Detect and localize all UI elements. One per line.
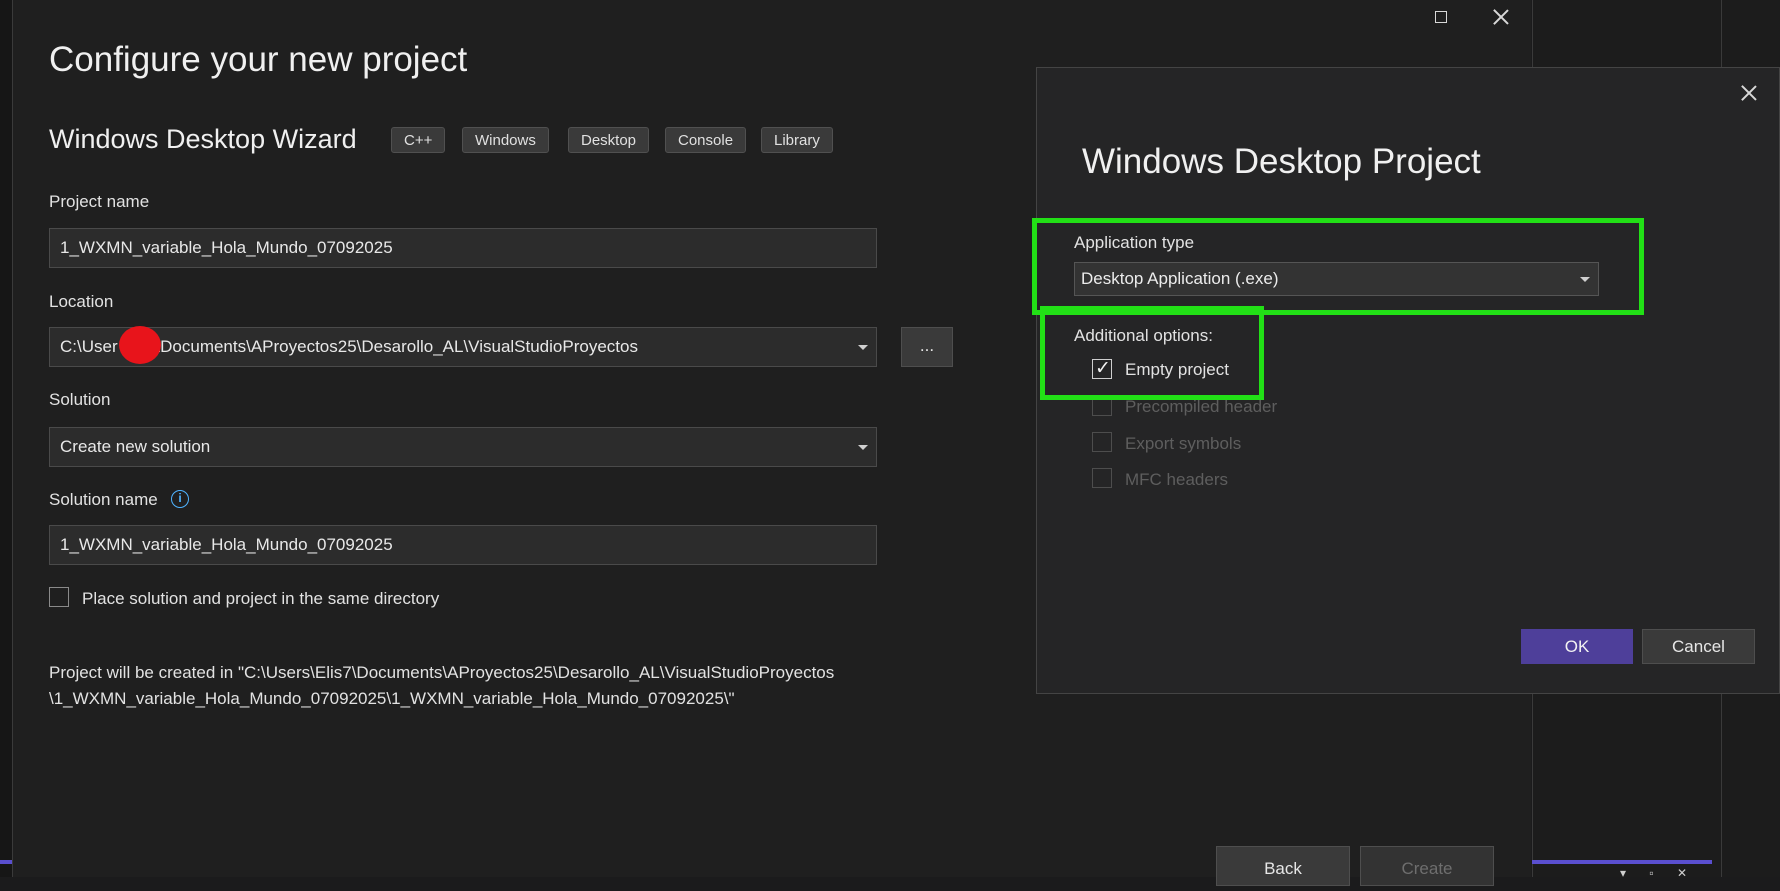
location-combobox[interactable]: C:\User 7\Documents\AProyectos25\Desarol…: [49, 327, 877, 367]
precompiled-header-label: Precompiled header: [1125, 397, 1278, 416]
create-button[interactable]: Create: [1360, 846, 1494, 886]
solution-name-label: Solution name: [49, 490, 158, 509]
info-icon[interactable]: i: [171, 490, 189, 508]
cancel-button[interactable]: Cancel: [1642, 629, 1755, 664]
project-path-text: Project will be created in "C:\Users\Eli…: [49, 660, 834, 712]
solution-name-input[interactable]: 1_WXMN_variable_Hola_Mundo_07092025: [49, 525, 877, 565]
dialog-close-button[interactable]: [1734, 80, 1764, 106]
tag-console: Console: [665, 127, 747, 153]
solution-label: Solution: [49, 390, 111, 409]
dialog-title: Windows Desktop Project: [1082, 142, 1481, 181]
project-name-label: Project name: [49, 192, 150, 211]
export-symbols-checkbox[interactable]: [1092, 432, 1112, 452]
background-panel-icons: ▾ ▫ ✕: [1620, 866, 1697, 880]
window-close-button[interactable]: [1481, 4, 1521, 30]
ok-button[interactable]: OK: [1521, 629, 1633, 664]
location-label: Location: [49, 292, 114, 311]
empty-project-highlight: [1040, 306, 1264, 400]
maximize-icon: [1435, 11, 1447, 23]
mfc-headers-checkbox[interactable]: [1092, 468, 1112, 488]
same-directory-label: Place solution and project in the same d…: [82, 589, 440, 608]
same-directory-checkbox[interactable]: [49, 587, 69, 607]
back-button[interactable]: Back: [1216, 846, 1350, 886]
project-path-line-2: \1_WXMN_variable_Hola_Mundo_07092025\1_W…: [49, 689, 735, 708]
tag-library: Library: [761, 127, 833, 153]
maximize-button[interactable]: [1421, 4, 1461, 30]
background-window-edge: [0, 0, 13, 877]
close-icon: [1741, 85, 1757, 101]
solution-dropdown[interactable]: Create new solution: [49, 427, 877, 467]
template-name: Windows Desktop Wizard: [49, 124, 357, 154]
chevron-down-icon: [858, 345, 868, 350]
background-accent-bar: [1532, 860, 1712, 864]
redaction-mark: [119, 326, 161, 364]
project-name-input[interactable]: 1_WXMN_variable_Hola_Mundo_07092025: [49, 228, 877, 268]
project-path-line-1: Project will be created in "C:\Users\Eli…: [49, 663, 835, 682]
solution-value: Create new solution: [60, 437, 211, 456]
close-icon: [1493, 9, 1509, 25]
mfc-headers-label: MFC headers: [1125, 470, 1228, 489]
tag-windows: Windows: [462, 127, 549, 153]
page-title: Configure your new project: [49, 40, 468, 79]
application-type-highlight: [1032, 218, 1644, 315]
export-symbols-label: Export symbols: [1125, 434, 1242, 453]
browse-button[interactable]: ...: [901, 327, 953, 367]
tag-cpp: C++: [391, 127, 446, 153]
chevron-down-icon: [858, 445, 868, 450]
tag-desktop: Desktop: [568, 127, 650, 153]
background-accent-bar: [0, 860, 12, 864]
